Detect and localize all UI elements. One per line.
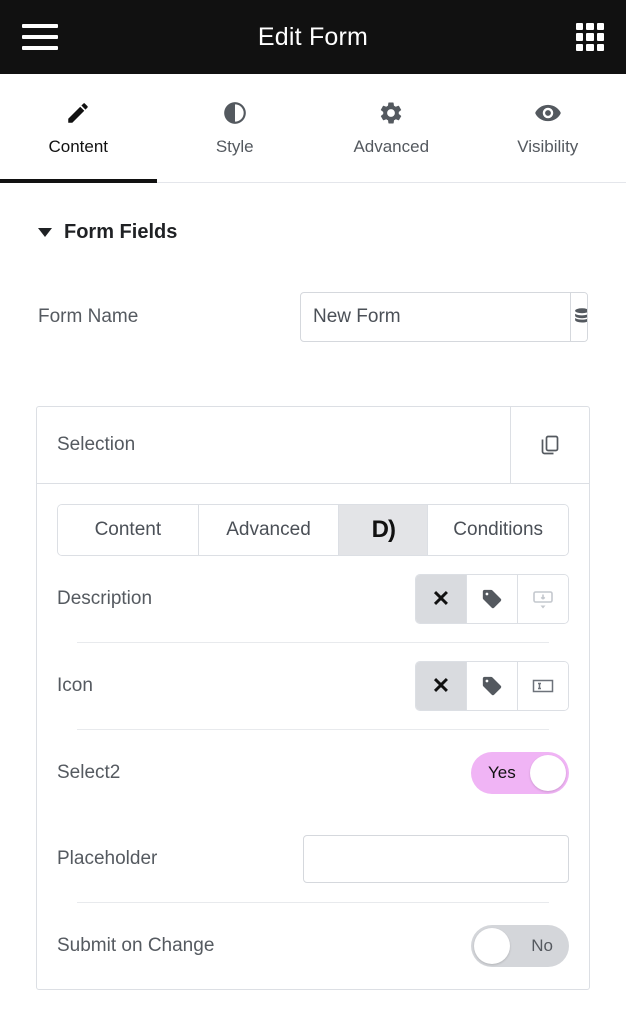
- gear-icon: [378, 99, 404, 127]
- submit-on-change-toggle-label: No: [531, 936, 553, 955]
- hamburger-bar: [22, 46, 58, 50]
- row-submit-on-change: Submit on Change No: [57, 903, 569, 989]
- tab-content-label: Content: [48, 137, 109, 156]
- tab-content[interactable]: Content: [0, 74, 157, 183]
- row-description-label: Description: [57, 588, 153, 609]
- tag-icon[interactable]: [466, 575, 517, 623]
- eye-icon: [534, 99, 562, 127]
- grid-apps-icon[interactable]: [576, 23, 604, 51]
- field-card-body: Content Advanced D) Conditions Descripti…: [37, 484, 589, 989]
- page-title: Edit Form: [257, 22, 369, 51]
- x-glyph: ✕: [431, 586, 451, 611]
- close-x-icon[interactable]: ✕: [416, 575, 466, 623]
- select2-toggle[interactable]: Yes: [471, 752, 569, 794]
- row-placeholder-label: Placeholder: [57, 848, 158, 869]
- section-title-label: Form Fields: [64, 221, 178, 243]
- chevron-down-icon: [38, 228, 52, 237]
- x-glyph: ✕: [431, 673, 451, 698]
- grid-dot: [596, 23, 604, 31]
- hamburger-menu-icon[interactable]: [22, 24, 58, 50]
- row-icon: Icon ✕: [57, 643, 569, 729]
- tab-advanced-label: Advanced: [353, 137, 430, 156]
- row-select2-label: Select2: [57, 762, 121, 783]
- main-tab-bar: Content Style Advanced Visibility: [0, 74, 626, 183]
- grid-dot: [576, 43, 584, 51]
- inner-tab-content[interactable]: Content: [58, 505, 198, 555]
- grid-dot: [576, 23, 584, 31]
- row-description: Description ✕: [57, 556, 569, 642]
- row-placeholder: Placeholder: [57, 816, 569, 902]
- field-card-header: Selection: [37, 407, 589, 484]
- content-panel: Form Fields Form Name Selection: [0, 183, 626, 990]
- pencil-icon: [65, 99, 91, 127]
- section-form-fields[interactable]: Form Fields: [0, 183, 626, 244]
- tab-style-label: Style: [215, 137, 254, 156]
- inner-tab-conditions[interactable]: Conditions: [427, 505, 568, 555]
- app-header: Edit Form: [0, 0, 626, 74]
- placeholder-input[interactable]: [303, 835, 569, 883]
- toggle-knob: [474, 928, 510, 964]
- tag-icon[interactable]: [466, 662, 517, 710]
- row-select2: Select2 Yes: [57, 730, 569, 816]
- close-x-icon[interactable]: ✕: [416, 662, 466, 710]
- form-name-label: Form Name: [38, 306, 139, 327]
- inner-tab-dynamic[interactable]: D): [338, 505, 428, 555]
- hamburger-bar: [22, 24, 58, 28]
- duplicate-icon[interactable]: [510, 407, 589, 483]
- field-card: Selection Content Advanced D) Conditions…: [36, 406, 590, 990]
- grid-dot: [586, 23, 594, 31]
- grid-dot: [576, 33, 584, 41]
- field-card-title: Selection: [57, 434, 136, 455]
- hamburger-bar: [22, 35, 58, 39]
- tooltip-icon[interactable]: [517, 575, 568, 623]
- database-stack-icon[interactable]: [570, 293, 587, 341]
- form-name-input-group: [300, 292, 588, 342]
- grid-dot: [586, 43, 594, 51]
- row-submit-on-change-label: Submit on Change: [57, 935, 215, 956]
- form-name-input[interactable]: [301, 293, 570, 341]
- grid-dot: [596, 33, 604, 41]
- grid-dot: [586, 33, 594, 41]
- form-name-row: Form Name: [0, 244, 626, 342]
- field-inner-tabs: Content Advanced D) Conditions: [57, 504, 569, 556]
- row-icon-label: Icon: [57, 675, 93, 696]
- dynamic-logo-icon: D): [371, 516, 396, 543]
- icon-button-group: ✕: [415, 661, 569, 711]
- inner-tab-advanced[interactable]: Advanced: [197, 505, 339, 555]
- tab-visibility[interactable]: Visibility: [470, 74, 626, 182]
- description-button-group: ✕: [415, 574, 569, 624]
- submit-on-change-toggle[interactable]: No: [471, 925, 569, 967]
- contrast-icon: [222, 99, 248, 127]
- tab-style[interactable]: Style: [157, 74, 314, 182]
- select2-toggle-label: Yes: [488, 763, 516, 782]
- tab-visibility-label: Visibility: [517, 137, 579, 156]
- tab-advanced[interactable]: Advanced: [313, 74, 470, 182]
- toggle-knob: [530, 755, 566, 791]
- input-field-icon[interactable]: [517, 662, 568, 710]
- grid-dot: [596, 43, 604, 51]
